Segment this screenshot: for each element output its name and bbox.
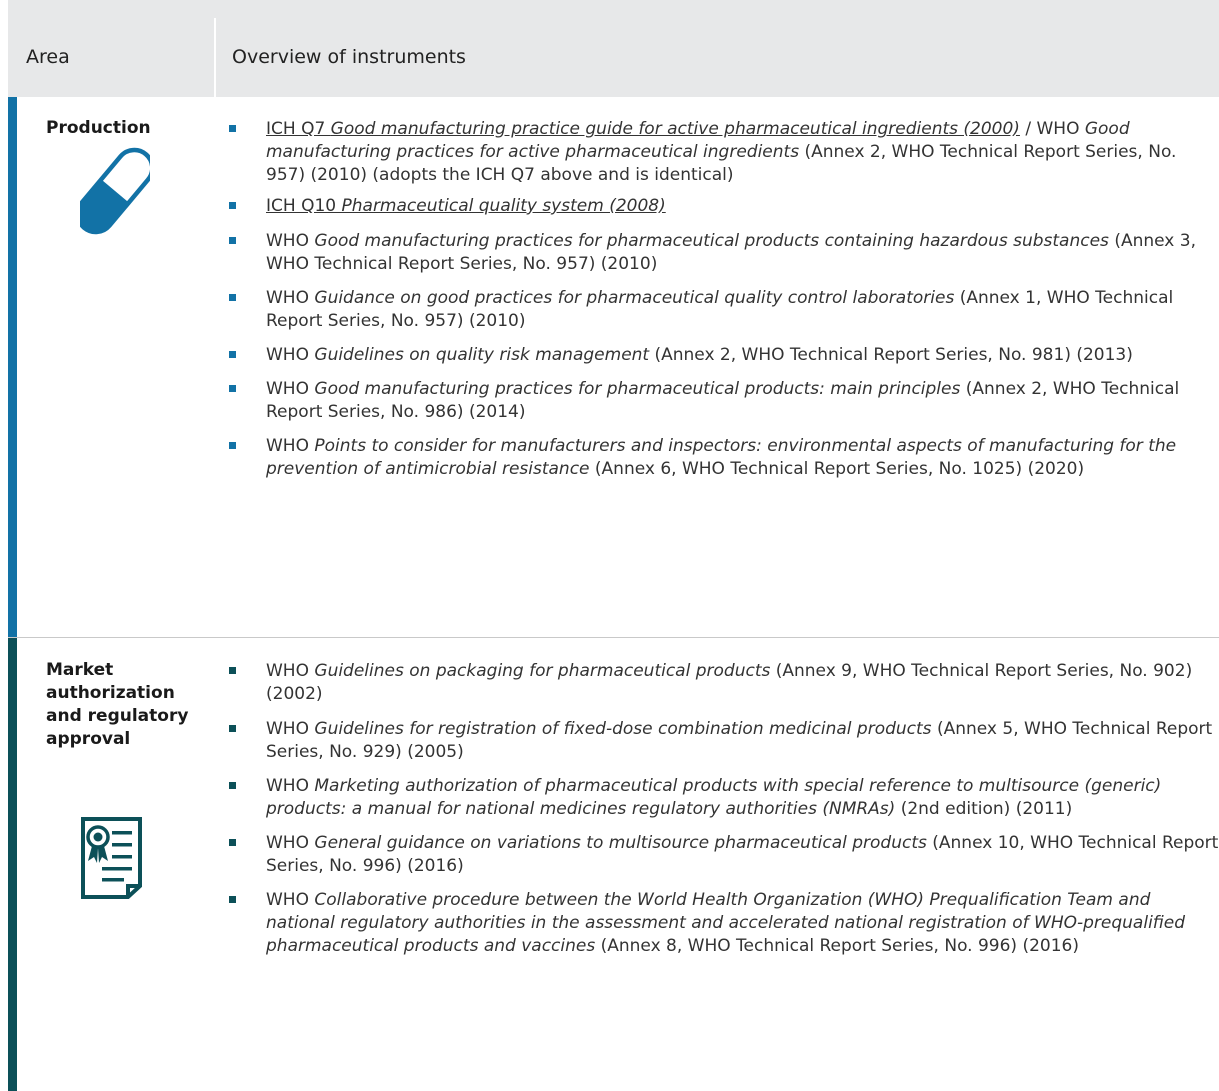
list-item: WHO Collaborative procedure between the … [229,889,1219,958]
instrument-text: WHO [266,890,315,910]
section-production: Production ICH Q7 Good manufacturing pra… [8,97,1219,637]
header-overview: Overview of instruments [232,46,466,68]
bullet-square [229,125,236,132]
instrument-title: Guidelines on packaging for pharmaceutic… [314,661,771,681]
section-title: Production [46,118,151,138]
header-divider [214,18,216,97]
bullet-square [229,294,236,301]
instrument-title: Guidelines for registration of fixed-dos… [314,719,932,739]
instrument-text: WHO [266,436,315,456]
instrument-text: WHO [266,345,315,365]
instrument-list: ICH Q7 Good manufacturing practice guide… [229,118,1219,481]
bullet-square [229,351,236,358]
list-item: WHO Guidelines on quality risk managemen… [229,344,1219,367]
instrument-title: Good manufacturing practices for pharmac… [314,231,1109,251]
instrument-text: (Annex 2, WHO Technical Report Series, N… [649,345,1133,365]
bullet-square [229,782,236,789]
instrument-title: General guidance on variations to multis… [314,833,927,853]
instrument-text: WHO [266,719,315,739]
instrument-title: Pharmaceutical quality system (2008) [341,196,666,216]
instrument-text: (Annex 6, WHO Technical Report Series, N… [589,459,1085,479]
pill-icon [75,141,155,245]
instrument-text: (Annex 8, WHO Technical Report Series, N… [595,936,1079,956]
instrument-title: Good manufacturing practice guide for ac… [330,119,1020,139]
section-color-bar [8,638,17,1091]
list-item: WHO Good manufacturing practices for pha… [229,230,1219,276]
list-item: WHO Guidelines on packaging for pharmace… [229,660,1219,706]
bullet-square [229,385,236,392]
instrument-list: WHO Guidelines on packaging for pharmace… [229,660,1219,958]
list-item: WHO Guidance on good practices for pharm… [229,287,1219,333]
section-market-authorization: Market authorization and regulatory appr… [8,638,1219,1091]
bullet-square [229,667,236,674]
instrument-text: ICH Q7 [266,119,331,139]
header-area: Area [26,46,70,68]
table-header: Area Overview of instruments [8,0,1219,97]
instrument-text: WHO [266,379,315,399]
instruments-table: Area Overview of instruments Production … [8,0,1219,1091]
list-item: WHO Guidelines for registration of fixed… [229,718,1219,764]
list-item: WHO Points to consider for manufacturers… [229,435,1219,481]
instrument-text: WHO [266,833,315,853]
instrument-title: Guidance on good practices for pharmaceu… [314,288,955,308]
section-title: Market authorization and regulatory appr… [46,660,189,749]
instrument-text: WHO [266,776,315,796]
bullet-square [229,896,236,903]
instrument-text: WHO [266,661,315,681]
instrument-title: Guidelines on quality risk management [314,345,650,365]
section-color-bar [8,97,17,637]
instrument-text: WHO [266,231,315,251]
bullet-square [229,725,236,732]
instrument-text: ICH Q10 [266,196,342,216]
list-item: WHO Good manufacturing practices for pha… [229,378,1219,424]
bullet-square [229,442,236,449]
bullet-square [229,839,236,846]
certificate-icon [80,816,146,904]
list-item: ICH Q10 Pharmaceutical quality system (2… [229,195,1219,218]
instrument-text: (2nd edition) (2011) [895,799,1073,819]
bullet-square [229,237,236,244]
list-item: ICH Q7 Good manufacturing practice guide… [229,118,1219,187]
instrument-title: Good manufacturing practices for pharmac… [314,379,961,399]
instrument-text: WHO [266,288,315,308]
instrument-text: / WHO [1019,119,1085,139]
list-item: WHO General guidance on variations to mu… [229,832,1219,878]
list-item: WHO Marketing authorization of pharmaceu… [229,775,1219,821]
bullet-square [229,202,236,209]
